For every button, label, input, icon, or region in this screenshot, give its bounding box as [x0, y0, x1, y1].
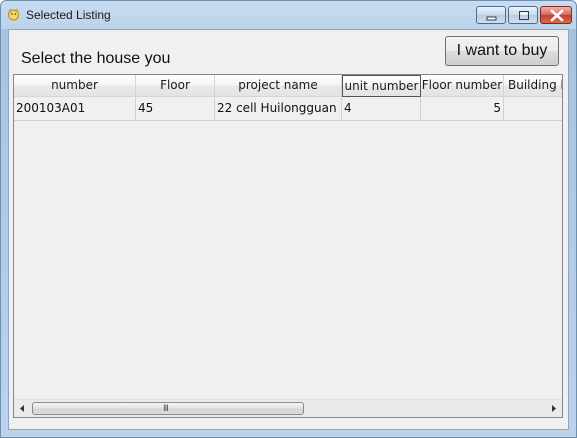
- column-header-floor[interactable]: Floor: [136, 75, 215, 97]
- app-icon: [8, 8, 19, 21]
- maximize-button[interactable]: [508, 6, 538, 24]
- listing-table[interactable]: number Floor project name unit number Fl…: [13, 74, 563, 418]
- column-header-number[interactable]: number: [14, 75, 136, 97]
- title-bar[interactable]: Selected Listing: [1, 1, 576, 29]
- minimize-button[interactable]: [476, 6, 506, 24]
- scroll-right-icon[interactable]: [545, 400, 562, 417]
- buy-button[interactable]: I want to buy: [445, 36, 559, 66]
- client-area: Select the house you I want to buy numbe…: [8, 29, 569, 430]
- table-cell[interactable]: 200103A01: [14, 97, 136, 121]
- table-cell[interactable]: 22 cell Huilongguan: [215, 97, 342, 121]
- minimize-icon: [486, 16, 497, 21]
- column-header-floor-number[interactable]: Floor number: [421, 75, 504, 97]
- table-cell[interactable]: 4: [342, 97, 421, 121]
- horizontal-scrollbar[interactable]: III: [14, 399, 562, 417]
- table-cell[interactable]: 45: [136, 97, 215, 121]
- close-icon: [550, 9, 564, 22]
- scroll-left-icon[interactable]: [14, 400, 31, 417]
- main-window: Selected Listing Select the house you I …: [0, 0, 577, 438]
- table-cell[interactable]: [504, 97, 562, 121]
- prompt-label: Select the house you: [21, 50, 171, 67]
- column-header-unit-number[interactable]: unit number: [342, 75, 421, 97]
- column-header-building[interactable]: Building ho: [504, 75, 562, 97]
- scrollbar-thumb[interactable]: III: [32, 402, 304, 415]
- window-title: Selected Listing: [26, 8, 111, 22]
- column-header-project-name[interactable]: project name: [215, 75, 342, 97]
- maximize-icon: [519, 11, 529, 20]
- table-cell[interactable]: 5: [421, 97, 504, 121]
- close-button[interactable]: [540, 6, 572, 24]
- scrollbar-grip: III: [163, 404, 169, 414]
